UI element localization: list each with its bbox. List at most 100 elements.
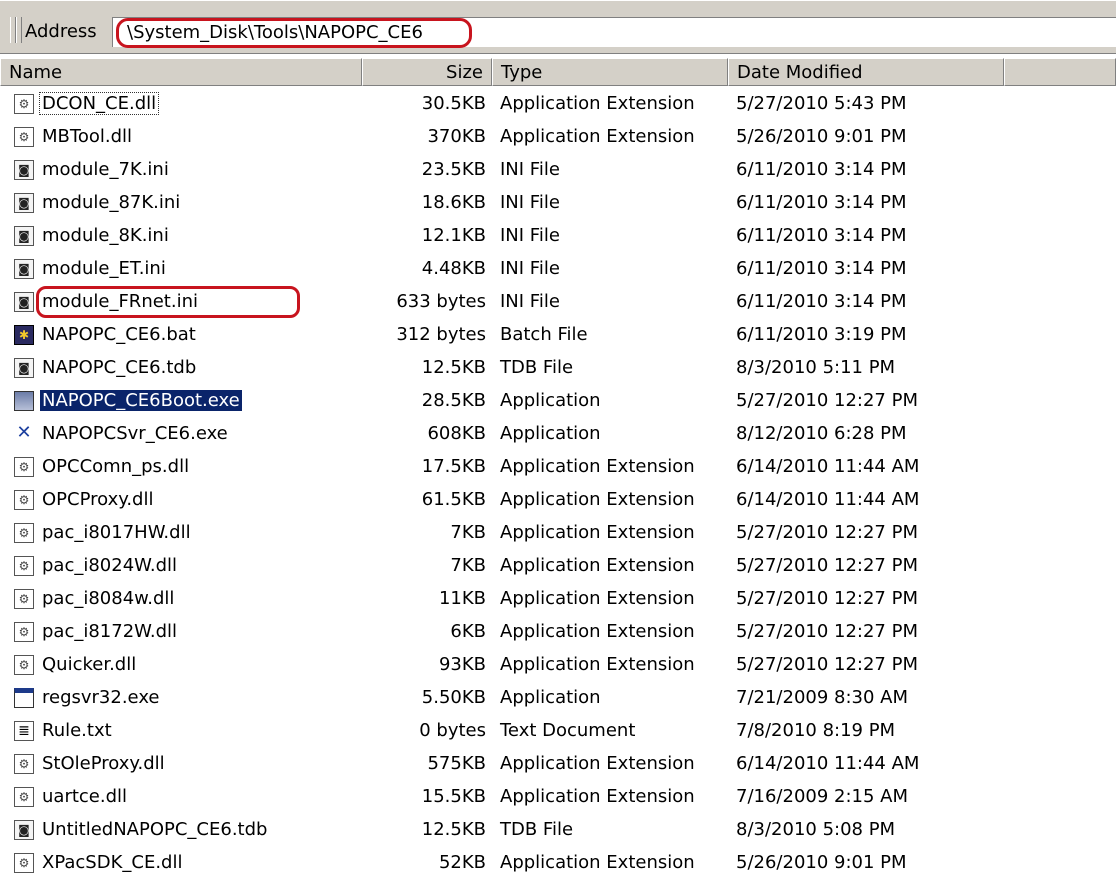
address-label: Address — [25, 21, 97, 42]
file-size: 7KB — [450, 522, 486, 543]
file-row[interactable]: pac_i8084w.dll 11KB Application Extension 5… — [0, 583, 1116, 616]
file-row[interactable]: StOleProxy.dll 575KB Application Extension… — [0, 748, 1116, 781]
file-date-modified: 5/27/2010 12:27 PM — [736, 522, 918, 543]
file-name[interactable]: module_FRnet.ini — [40, 291, 200, 312]
file-size: 23.5KB — [421, 159, 486, 180]
batch-file-icon — [14, 325, 34, 345]
file-size: 4.48KB — [421, 258, 486, 279]
address-path[interactable]: \System_Disk\Tools\NAPOPC_CE6 — [127, 22, 423, 43]
file-row[interactable]: regsvr32.exe 5.50KB Application 7/21/2009 8… — [0, 682, 1116, 715]
file-type: Application Extension — [500, 456, 695, 477]
file-date-modified: 6/14/2010 11:44 AM — [736, 753, 920, 774]
file-name[interactable]: module_87K.ini — [40, 192, 182, 213]
file-size: 0 bytes — [419, 720, 486, 741]
file-name[interactable]: regsvr32.exe — [40, 687, 162, 708]
file-type: Application Extension — [500, 654, 695, 675]
toolbar-grip-handle-2[interactable] — [16, 17, 22, 43]
file-date-modified: 7/16/2009 2:15 AM — [736, 786, 909, 807]
file-name[interactable]: NAPOPC_CE6.bat — [40, 324, 198, 345]
file-type: Application Extension — [500, 126, 695, 147]
file-row[interactable]: MBTool.dll 370KB Application Extension 5/26… — [0, 121, 1116, 154]
file-size: 18.6KB — [421, 192, 486, 213]
file-name[interactable]: UntitledNAPOPC_CE6.tdb — [40, 819, 269, 840]
file-name[interactable]: Rule.txt — [40, 720, 114, 741]
file-name[interactable]: DCON_CE.dll — [38, 92, 160, 115]
file-name[interactable]: module_ET.ini — [40, 258, 168, 279]
file-row[interactable]: module_8K.ini 12.1KB INI File 6/11/2010 3:1… — [0, 220, 1116, 253]
file-type: INI File — [500, 225, 560, 246]
file-row[interactable]: NAPOPC_CE6Boot.exe 28.5KB Application 5/27/… — [0, 385, 1116, 418]
file-row[interactable]: pac_i8172W.dll 6KB Application Extension 5/… — [0, 616, 1116, 649]
file-size: 312 bytes — [396, 324, 486, 345]
column-header-size[interactable]: Size — [362, 58, 492, 86]
file-row[interactable]: UntitledNAPOPC_CE6.tdb 12.5KB TDB File 8/3/… — [0, 814, 1116, 847]
file-row[interactable]: module_ET.ini 4.48KB INI File 6/11/2010 3:1… — [0, 253, 1116, 286]
file-date-modified: 6/14/2010 11:44 AM — [736, 489, 920, 510]
server-app-icon — [14, 424, 34, 444]
dll-file-icon — [14, 457, 34, 477]
file-name[interactable]: XPacSDK_CE.dll — [40, 852, 184, 873]
file-row[interactable]: Quicker.dll 93KB Application Extension 5/27… — [0, 649, 1116, 682]
application-icon — [14, 391, 34, 411]
text-file-icon — [14, 721, 34, 741]
file-name[interactable]: OPCProxy.dll — [40, 489, 155, 510]
file-type: Batch File — [500, 324, 588, 345]
file-row[interactable]: module_87K.ini 18.6KB INI File 6/11/2010 3:… — [0, 187, 1116, 220]
file-name[interactable]: NAPOPC_CE6Boot.exe — [40, 390, 242, 411]
file-row[interactable]: NAPOPC_CE6.tdb 12.5KB TDB File 8/3/2010 5:1… — [0, 352, 1116, 385]
file-name[interactable]: pac_i8172W.dll — [40, 621, 179, 642]
file-date-modified: 6/11/2010 3:14 PM — [736, 258, 907, 279]
file-row[interactable]: pac_i8024W.dll 7KB Application Extension 5/… — [0, 550, 1116, 583]
file-name[interactable]: pac_i8017HW.dll — [40, 522, 193, 543]
file-row[interactable]: NAPOPC_CE6.bat 312 bytes Batch File 6/11/20… — [0, 319, 1116, 352]
file-size: 15.5KB — [421, 786, 486, 807]
file-type: TDB File — [500, 819, 574, 840]
file-name[interactable]: NAPOPCSvr_CE6.exe — [40, 423, 230, 444]
file-date-modified: 5/27/2010 12:27 PM — [736, 621, 918, 642]
address-field[interactable]: \System_Disk\Tools\NAPOPC_CE6 — [112, 17, 1116, 47]
column-headers: Name Size Type Date Modified — [0, 58, 1116, 86]
file-date-modified: 6/11/2010 3:14 PM — [736, 192, 907, 213]
file-row[interactable]: uartce.dll 15.5KB Application Extension 7/1… — [0, 781, 1116, 814]
file-row[interactable]: pac_i8017HW.dll 7KB Application Extension 5… — [0, 517, 1116, 550]
file-name[interactable]: OPCComn_ps.dll — [40, 456, 191, 477]
file-row[interactable]: OPCProxy.dll 61.5KB Application Extension 6… — [0, 484, 1116, 517]
file-name[interactable]: Quicker.dll — [40, 654, 138, 675]
file-name[interactable]: pac_i8084w.dll — [40, 588, 176, 609]
ini-file-icon — [14, 820, 34, 840]
dll-file-icon — [14, 94, 34, 114]
column-header-type[interactable]: Type — [492, 58, 728, 86]
file-size: 30.5KB — [421, 93, 486, 114]
file-size: 52KB — [438, 852, 486, 873]
file-row[interactable]: module_FRnet.ini 633 bytes INI File 6/11/20… — [0, 286, 1116, 319]
file-date-modified: 6/11/2010 3:19 PM — [736, 324, 907, 345]
file-name[interactable]: MBTool.dll — [40, 126, 134, 147]
file-name[interactable]: StOleProxy.dll — [40, 753, 167, 774]
file-row[interactable]: XPacSDK_CE.dll 52KB Application Extension 5… — [0, 847, 1116, 880]
file-type: Application Extension — [500, 522, 695, 543]
file-type: Application Extension — [500, 786, 695, 807]
file-date-modified: 6/11/2010 3:14 PM — [736, 291, 907, 312]
file-list: DCON_CE.dll 30.5KB Application Extension 5/… — [0, 88, 1116, 880]
dll-file-icon — [14, 523, 34, 543]
file-name[interactable]: pac_i8024W.dll — [40, 555, 179, 576]
file-row[interactable]: OPCComn_ps.dll 17.5KB Application Extensio… — [0, 451, 1116, 484]
dll-file-icon — [14, 556, 34, 576]
file-type: Application Extension — [500, 621, 695, 642]
column-header-empty[interactable] — [1004, 58, 1116, 86]
file-row[interactable]: Rule.txt 0 bytes Text Document 7/8/2010 8:1… — [0, 715, 1116, 748]
file-date-modified: 5/26/2010 9:01 PM — [736, 852, 907, 873]
file-row[interactable]: module_7K.ini 23.5KB INI File 6/11/2010 3:1… — [0, 154, 1116, 187]
column-header-date-modified[interactable]: Date Modified — [728, 58, 1004, 86]
column-header-name[interactable]: Name — [0, 58, 362, 86]
file-name[interactable]: module_7K.ini — [40, 159, 171, 180]
file-name[interactable]: module_8K.ini — [40, 225, 171, 246]
file-size: 12.5KB — [421, 357, 486, 378]
file-name[interactable]: uartce.dll — [40, 786, 129, 807]
dll-file-icon — [14, 490, 34, 510]
file-date-modified: 5/27/2010 12:27 PM — [736, 588, 918, 609]
file-size: 5.50KB — [421, 687, 486, 708]
file-row[interactable]: NAPOPCSvr_CE6.exe 608KB Application 8/12/20… — [0, 418, 1116, 451]
file-name[interactable]: NAPOPC_CE6.tdb — [40, 357, 198, 378]
file-row[interactable]: DCON_CE.dll 30.5KB Application Extension 5/… — [0, 88, 1116, 121]
